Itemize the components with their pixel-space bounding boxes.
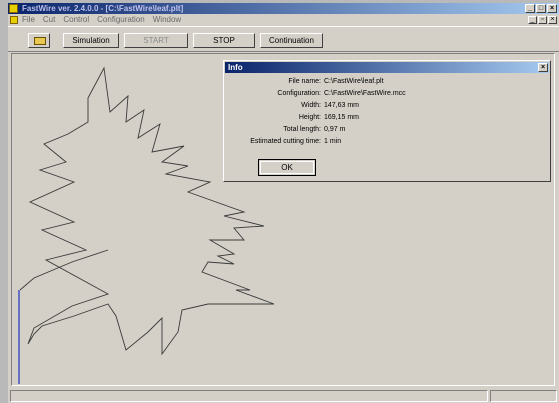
file-name-label: File name: <box>288 78 321 85</box>
info-dialog: Info × File name: C:\FastWire\leaf.plt C… <box>223 60 551 182</box>
mdi-minimize-button[interactable]: _ <box>528 16 537 24</box>
file-name-value: C:\FastWire\leaf.plt <box>324 78 384 85</box>
info-row-width: Width: 147,63 mm <box>224 101 552 111</box>
total-length-label: Total length: <box>283 126 321 133</box>
status-bar <box>8 389 559 403</box>
configuration-label: Configuration: <box>277 90 321 97</box>
menu-configuration[interactable]: Configuration <box>97 14 145 26</box>
menu-cut[interactable]: Cut <box>43 14 55 26</box>
status-pane-secondary <box>490 390 557 402</box>
width-value: 147,63 mm <box>324 102 360 109</box>
info-row-file-name: File name: C:\FastWire\leaf.plt <box>224 77 552 87</box>
toolbar: Simulation START STOP Continuation <box>8 26 559 52</box>
info-row-total-length: Total length: 0,97 m <box>224 125 552 135</box>
info-row-cutting-time: Estimated cutting time: 1 min <box>224 137 552 147</box>
status-pane-main <box>10 390 488 402</box>
open-file-button[interactable] <box>28 33 50 48</box>
dialog-close-button[interactable]: × <box>538 63 548 72</box>
start-button[interactable]: START <box>124 33 188 48</box>
total-length-value: 0,97 m <box>324 126 346 133</box>
cutting-time-value: 1 min <box>324 138 342 145</box>
info-row-height: Height: 169,15 mm <box>224 113 552 123</box>
minimize-button[interactable]: _ <box>525 4 535 13</box>
ok-button[interactable]: OK <box>258 159 316 176</box>
height-value: 169,15 mm <box>324 114 360 121</box>
mdi-restore-button[interactable]: ▫ <box>538 16 547 24</box>
info-row-configuration: Configuration: C:\FastWire\FastWire.mcc <box>224 89 552 99</box>
folder-open-icon <box>34 37 46 45</box>
maximize-button[interactable]: □ <box>536 4 546 13</box>
title-bar[interactable]: FastWire ver. 2.4.0.0 - [C:\FastWire\lea… <box>8 3 559 14</box>
dialog-title-bar[interactable]: Info × <box>225 62 549 73</box>
close-button[interactable]: × <box>547 4 557 13</box>
dialog-title: Info <box>228 63 243 72</box>
window-title: FastWire ver. 2.4.0.0 - [C:\FastWire\lea… <box>22 4 184 13</box>
document-icon[interactable] <box>10 16 18 24</box>
menu-bar: File Cut Control Configuration Window _ … <box>8 14 559 26</box>
app-icon[interactable] <box>9 4 18 13</box>
simulation-button[interactable]: Simulation <box>63 33 119 48</box>
menu-file[interactable]: File <box>22 14 35 26</box>
height-label: Height: <box>298 114 321 121</box>
continuation-button[interactable]: Continuation <box>260 33 323 48</box>
stop-button[interactable]: STOP <box>193 33 255 48</box>
configuration-value: C:\FastWire\FastWire.mcc <box>324 90 406 97</box>
mdi-close-button[interactable]: × <box>548 16 557 24</box>
cutting-time-label: Estimated cutting time: <box>250 138 321 145</box>
menu-window[interactable]: Window <box>153 14 181 26</box>
menu-control[interactable]: Control <box>63 14 89 26</box>
width-label: Width: <box>301 102 321 109</box>
